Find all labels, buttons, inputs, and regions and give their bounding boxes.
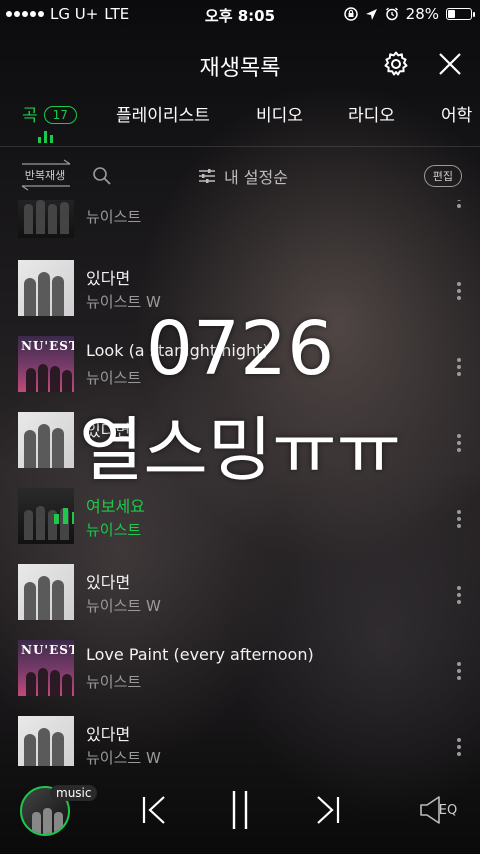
player-bar: music EQ xyxy=(0,766,480,854)
overlay-number: 0726 xyxy=(145,306,335,392)
album-art xyxy=(18,200,74,238)
tab-bar: 곡 17 플레이리스트 비디오 라디오 어학 xyxy=(0,96,480,144)
next-button[interactable] xyxy=(310,792,346,828)
more-icon[interactable] xyxy=(454,738,464,756)
repeat-button[interactable]: 반복재생 xyxy=(18,159,74,191)
more-icon[interactable] xyxy=(454,200,464,208)
album-logo: NU'EST xyxy=(21,643,74,657)
song-artist: 뉴이스트 W xyxy=(86,749,161,766)
overlay-caption: 열스밍ㅠㅠ xyxy=(79,409,401,491)
tab-videos[interactable]: 비디오 xyxy=(256,101,303,126)
eq-label: EQ xyxy=(438,802,458,818)
settings-button[interactable] xyxy=(380,48,412,80)
song-title: 있다면 xyxy=(86,573,131,592)
sort-label: 내 설정순 xyxy=(224,168,288,187)
song-row[interactable]: 뉴이스트 xyxy=(0,200,480,258)
tab-playlists[interactable]: 플레이리스트 xyxy=(116,101,210,126)
alarm-icon xyxy=(385,7,398,21)
more-icon[interactable] xyxy=(454,282,464,300)
song-artist: 뉴이스트 W xyxy=(86,597,161,615)
song-title: 있다면 xyxy=(86,269,131,288)
close-button[interactable] xyxy=(434,48,466,80)
list-toolbar: 반복재생 내 설정순 편집 xyxy=(0,155,480,195)
next-icon xyxy=(317,796,340,824)
music-badge: music xyxy=(50,785,98,801)
song-title: 있다면 xyxy=(86,725,131,744)
speaker-icon xyxy=(419,796,440,824)
tab-songs[interactable]: 곡 17 xyxy=(22,101,77,126)
song-count-badge: 17 xyxy=(43,106,77,124)
more-icon[interactable] xyxy=(454,510,464,528)
sort-button[interactable]: 내 설정순 xyxy=(198,164,288,188)
album-art: NU'EST xyxy=(18,640,74,696)
status-right: 28% xyxy=(343,5,475,23)
tab-songs-label: 곡 xyxy=(22,106,38,126)
battery-icon xyxy=(446,8,475,20)
playing-eq-icon xyxy=(54,508,74,524)
edit-button[interactable]: 편집 xyxy=(423,165,462,187)
eq-button[interactable]: EQ xyxy=(414,792,462,828)
song-row[interactable]: 있다면 뉴이스트 W xyxy=(0,716,480,766)
more-icon[interactable] xyxy=(454,662,464,680)
tab-language[interactable]: 어학 xyxy=(441,101,472,126)
tab-divider xyxy=(0,146,480,147)
song-row-playing[interactable]: 여보세요 뉴이스트 xyxy=(0,488,480,564)
rotation-lock-icon xyxy=(343,7,358,21)
header: 재생목록 xyxy=(0,40,480,88)
song-title: 여보세요 xyxy=(86,497,145,516)
sliders-icon xyxy=(199,169,215,183)
previous-icon xyxy=(142,796,165,824)
tab-radio[interactable]: 라디오 xyxy=(348,101,395,126)
status-bar: LG U+ LTE 오후 8:05 28% xyxy=(0,0,480,28)
now-playing-eq-icon xyxy=(38,131,53,143)
album-art xyxy=(18,716,74,766)
song-row[interactable]: NU'EST Love Paint (every afternoon) 뉴이스트 xyxy=(0,640,480,716)
song-artist: 뉴이스트 xyxy=(86,521,142,539)
song-title: Love Paint (every afternoon) xyxy=(86,645,314,664)
search-icon[interactable] xyxy=(92,166,112,186)
song-row[interactable]: 있다면 뉴이스트 W xyxy=(0,564,480,640)
gear-icon xyxy=(384,51,408,76)
more-icon[interactable] xyxy=(454,586,464,604)
pause-icon xyxy=(232,791,248,829)
album-art xyxy=(18,564,74,620)
song-artist: 뉴이스트 xyxy=(86,673,142,691)
previous-button[interactable] xyxy=(136,792,172,828)
battery-percent: 28% xyxy=(405,5,439,23)
pause-button[interactable] xyxy=(222,791,258,829)
song-artist: 뉴이스트 xyxy=(86,208,142,226)
close-icon xyxy=(439,53,461,75)
location-icon xyxy=(365,8,377,20)
album-art xyxy=(18,488,74,544)
repeat-label: 반복재생 xyxy=(24,169,66,182)
